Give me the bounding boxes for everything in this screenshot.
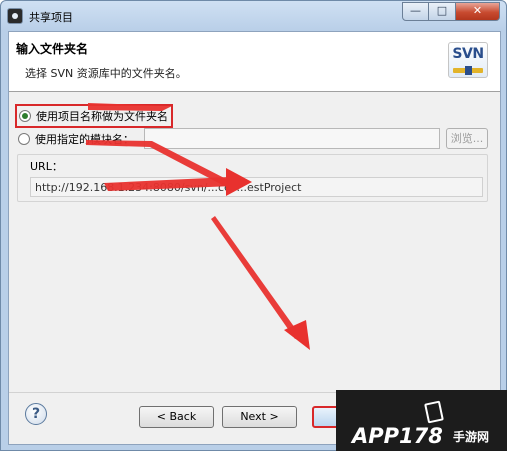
watermark-logo-text: APP178 [352,424,443,448]
site-watermark: APP178 手游网 [336,390,507,451]
arrow-annotation-3 [211,216,310,350]
annotation-arrows [86,103,310,350]
arrow-annotation-1 [86,103,232,189]
arrow-annotation-2 [104,168,252,196]
watermark-subtitle: 手游网 [453,430,490,444]
phone-icon [424,400,444,424]
